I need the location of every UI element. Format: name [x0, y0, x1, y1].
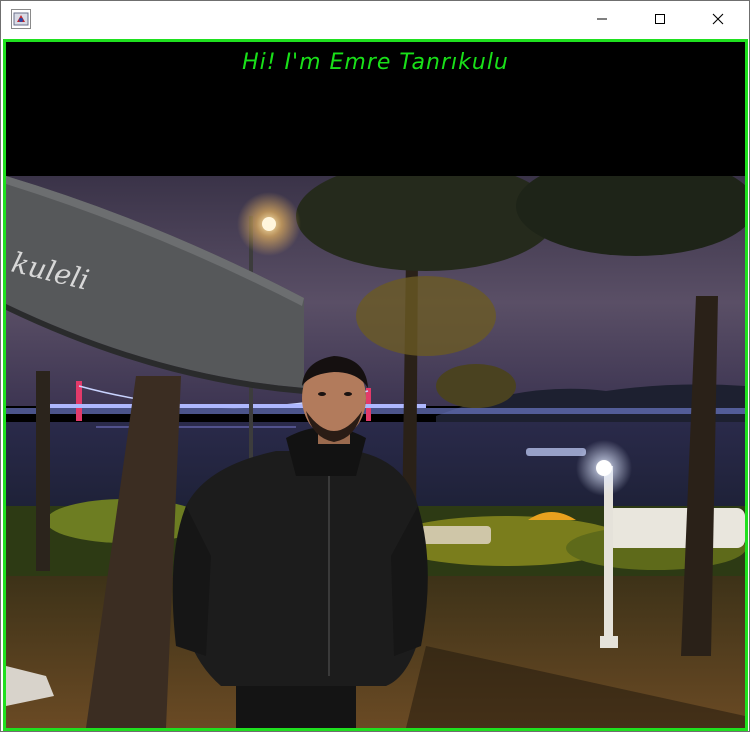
maximize-button[interactable]: [637, 1, 683, 38]
maximize-icon: [654, 10, 666, 29]
close-icon: [712, 10, 724, 29]
minimize-icon: [596, 10, 608, 29]
java-app-icon[interactable]: [11, 9, 31, 29]
app-window: Hi! I'm Emre Tanrıkulu kuleli: [0, 0, 750, 732]
close-button[interactable]: [695, 1, 741, 38]
profile-photo: kuleli: [6, 176, 745, 728]
title-bar[interactable]: [1, 1, 749, 38]
minimize-button[interactable]: [579, 1, 625, 38]
greeting-label: Hi! I'm Emre Tanrıkulu: [242, 50, 509, 75]
main-panel: Hi! I'm Emre Tanrıkulu kuleli: [3, 39, 748, 731]
